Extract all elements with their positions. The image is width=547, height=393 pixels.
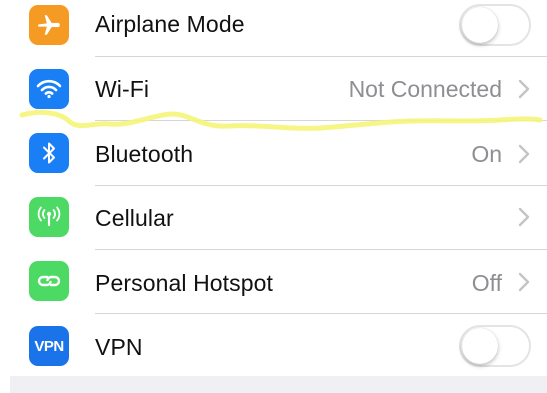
hotspot-icon (29, 261, 69, 301)
settings-row-personal-hotspot[interactable]: Personal Hotspot Off (0, 250, 547, 314)
chevron-right-icon (518, 144, 530, 164)
settings-row-wifi[interactable]: Wi-Fi Not Connected (0, 57, 547, 121)
settings-row-airplane-mode[interactable]: Airplane Mode (0, 0, 547, 57)
settings-screen: Airplane Mode Wi-Fi Not Connected Blueto… (0, 0, 547, 393)
airplane-mode-label: Airplane Mode (95, 11, 245, 37)
chevron-right-icon (518, 207, 530, 227)
section-footer-background (10, 376, 547, 393)
personal-hotspot-status-value: Off (471, 270, 502, 296)
settings-row-cellular[interactable]: Cellular (0, 186, 547, 250)
toggle-knob (462, 7, 498, 43)
airplane-icon (29, 5, 69, 45)
personal-hotspot-label: Personal Hotspot (95, 270, 274, 296)
wifi-label: Wi-Fi (95, 76, 150, 102)
airplane-mode-toggle[interactable] (459, 4, 531, 46)
cellular-label: Cellular (95, 205, 174, 231)
toggle-knob (462, 328, 498, 364)
settings-row-vpn[interactable]: VPN VPN (0, 314, 547, 378)
bluetooth-label: Bluetooth (95, 141, 194, 167)
wifi-icon (29, 69, 69, 109)
settings-row-bluetooth[interactable]: Bluetooth On (0, 121, 547, 186)
vpn-label: VPN (95, 334, 143, 360)
vpn-icon: VPN (29, 326, 69, 366)
bluetooth-status-value: On (471, 141, 502, 167)
wifi-status-value: Not Connected (348, 76, 502, 102)
bluetooth-icon (29, 133, 69, 173)
cellular-icon (29, 197, 69, 237)
chevron-right-icon (518, 79, 530, 99)
chevron-right-icon (518, 272, 530, 292)
vpn-toggle[interactable] (459, 325, 531, 367)
vpn-icon-text: VPN (34, 337, 64, 355)
